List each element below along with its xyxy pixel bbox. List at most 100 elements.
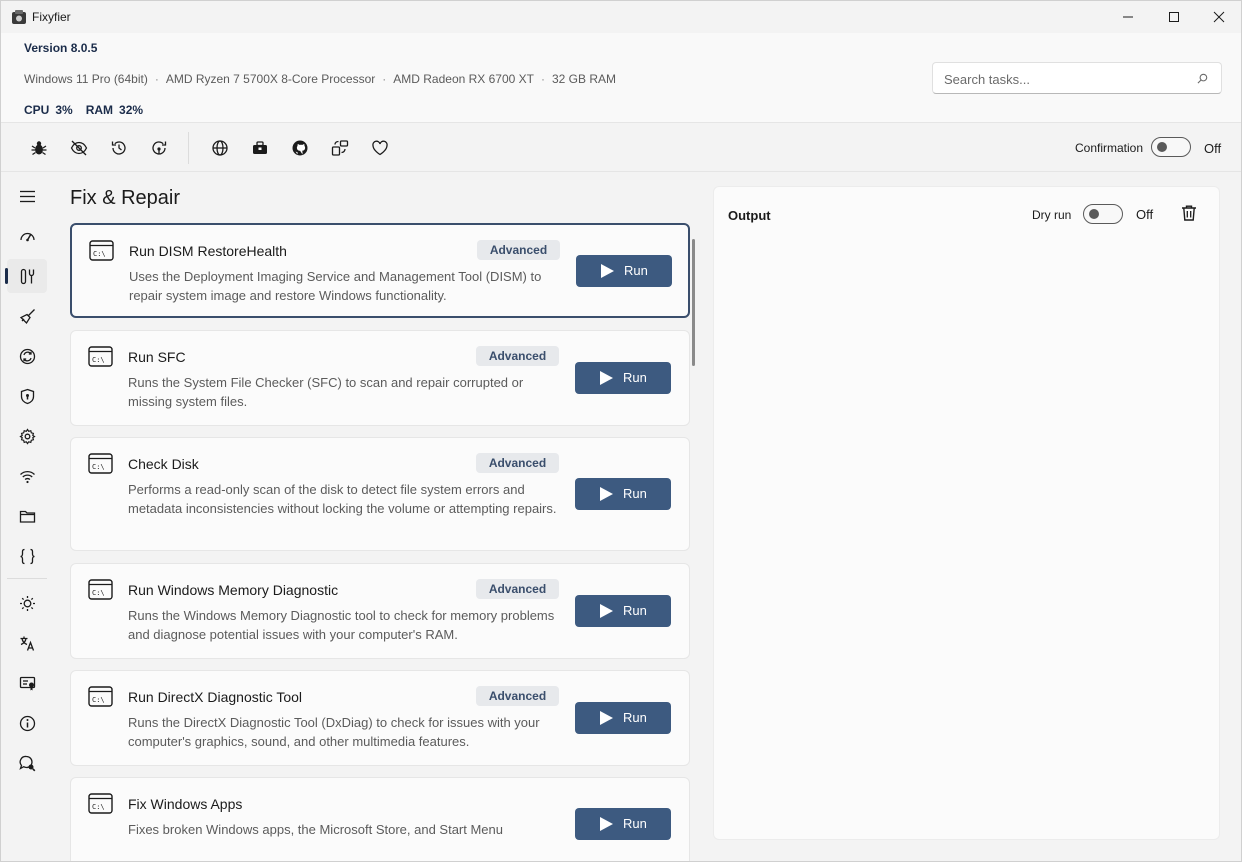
cpu-info: AMD Ryzen 7 5700X 8-Core Processor: [165, 72, 376, 86]
toolbar-toolbox-button[interactable]: [248, 136, 272, 160]
trash-icon[interactable]: [1180, 204, 1198, 222]
sidebar-item-about[interactable]: [7, 706, 47, 740]
svg-text:C:\: C:\: [92, 696, 105, 704]
sidebar-item-fix-repair[interactable]: [5, 259, 47, 293]
search-input[interactable]: [944, 70, 1184, 88]
toolbar-website-button[interactable]: [208, 136, 232, 160]
toolbar-bug-button[interactable]: [27, 136, 51, 160]
run-button[interactable]: Run: [575, 808, 671, 840]
run-button-label: Run: [624, 263, 648, 278]
advanced-badge: Advanced: [477, 240, 560, 260]
usage-stats: CPU 3% RAM 32%: [24, 103, 156, 117]
page-title: Fix & Repair: [70, 187, 181, 209]
version-label: Version 8.0.5: [24, 41, 98, 55]
run-button-label: Run: [623, 710, 647, 725]
task-card[interactable]: C:\ Fix Windows Apps Fixes broken Window…: [70, 777, 690, 861]
braces-icon: [19, 548, 35, 564]
heart-icon: [372, 140, 388, 156]
sidebar-item-updates[interactable]: [7, 339, 47, 373]
sidebar-item-theme[interactable]: [7, 586, 47, 620]
confirmation-toggle[interactable]: [1151, 137, 1191, 157]
task-card[interactable]: C:\ Run DirectX Diagnostic Tool Advanced…: [70, 670, 690, 766]
toolbar-github-button[interactable]: [288, 136, 312, 160]
command-prompt-icon: C:\: [88, 579, 113, 600]
task-card[interactable]: C:\ Check Disk Advanced Performs a read-…: [70, 437, 690, 551]
task-description: Uses the Deployment Imaging Service and …: [129, 269, 542, 303]
task-description: Performs a read-only scan of the disk to…: [128, 482, 557, 516]
play-icon: [600, 487, 613, 501]
toolbar-history-button[interactable]: [107, 136, 131, 160]
search-box[interactable]: [932, 62, 1222, 94]
output-title: Output: [728, 208, 771, 223]
brightness-icon: [19, 595, 35, 611]
task-title: Run DirectX Diagnostic Tool: [128, 689, 303, 705]
play-icon: [600, 711, 613, 725]
sidebar-item-performance[interactable]: [7, 219, 47, 253]
run-button[interactable]: Run: [575, 362, 671, 394]
cpu-usage-label: CPU: [24, 103, 50, 117]
ram-info: 32 GB RAM: [552, 72, 617, 86]
task-title: Fix Windows Apps: [128, 796, 243, 812]
help-search-icon: [18, 755, 35, 771]
title-bar[interactable]: Fixyfier: [1, 1, 1241, 33]
sidebar-item-scripts[interactable]: [7, 539, 47, 573]
task-card[interactable]: C:\ Run Windows Memory Diagnostic Advanc…: [70, 563, 690, 659]
switch-apps-icon: [331, 140, 349, 156]
close-icon: [1213, 11, 1225, 23]
task-description: Runs the System File Checker (SFC) to sc…: [128, 375, 524, 409]
sidebar-nav: [1, 173, 53, 861]
task-card[interactable]: C:\ Run DISM RestoreHealth Advanced Uses…: [70, 223, 690, 318]
play-icon: [600, 371, 613, 385]
advanced-badge: Advanced: [476, 579, 559, 599]
restore-icon: [152, 141, 167, 155]
sidebar-item-language[interactable]: [7, 626, 47, 660]
network-wifi-icon: [19, 470, 35, 483]
run-button-label: Run: [623, 486, 647, 501]
svg-text:C:\: C:\: [92, 803, 105, 811]
command-prompt-icon: C:\: [89, 240, 114, 261]
task-description: Runs the Windows Memory Diagnostic tool …: [128, 608, 555, 642]
sidebar-menu-toggle[interactable]: [7, 179, 47, 213]
task-description: Runs the DirectX Diagnostic Tool (DxDiag…: [128, 715, 540, 749]
cleanup-broom-icon: [19, 308, 35, 324]
speedometer-icon: [19, 232, 35, 241]
toolbar-hide-button[interactable]: [67, 136, 91, 160]
svg-text:C:\: C:\: [92, 589, 105, 597]
close-button[interactable]: [1196, 1, 1241, 33]
ram-usage-value: 32%: [119, 103, 144, 117]
search-icon[interactable]: [1197, 73, 1208, 84]
sidebar-item-files[interactable]: [7, 499, 47, 533]
run-button[interactable]: Run: [575, 702, 671, 734]
advanced-badge: Advanced: [476, 686, 559, 706]
maximize-icon: [1169, 12, 1179, 22]
play-icon: [600, 817, 613, 831]
sidebar-item-network[interactable]: [7, 459, 47, 493]
run-button[interactable]: Run: [575, 478, 671, 510]
task-list-scrollbar[interactable]: [692, 239, 695, 366]
app-logo-icon: [12, 10, 26, 24]
task-card[interactable]: C:\ Run SFC Advanced Runs the System Fil…: [70, 330, 690, 426]
eye-off-icon: [70, 140, 88, 156]
system-info: Windows 11 Pro (64bit) · AMD Ryzen 7 5700X…: [24, 72, 617, 86]
sidebar-item-security[interactable]: [7, 379, 47, 413]
sidebar-item-cleanup[interactable]: [7, 299, 47, 333]
maximize-button[interactable]: [1151, 1, 1197, 33]
dry-run-toggle[interactable]: [1083, 204, 1123, 224]
github-icon: [292, 140, 308, 156]
sidebar-item-settings[interactable]: [7, 419, 47, 453]
run-button-label: Run: [623, 603, 647, 618]
toolbar-donate-button[interactable]: [368, 136, 392, 160]
bug-icon: [31, 141, 47, 156]
run-button[interactable]: Run: [576, 255, 672, 287]
task-title: Run SFC: [128, 349, 186, 365]
run-button-label: Run: [623, 816, 647, 831]
play-icon: [600, 604, 613, 618]
sidebar-item-license[interactable]: [7, 666, 47, 700]
minimize-button[interactable]: [1105, 1, 1151, 33]
toolbar-apps-button[interactable]: [328, 136, 352, 160]
svg-text:C:\: C:\: [92, 356, 105, 364]
run-button[interactable]: Run: [575, 595, 671, 627]
certificate-icon: [19, 676, 35, 690]
sidebar-item-help[interactable]: [7, 746, 47, 780]
toolbar-restore-button[interactable]: [147, 136, 171, 160]
